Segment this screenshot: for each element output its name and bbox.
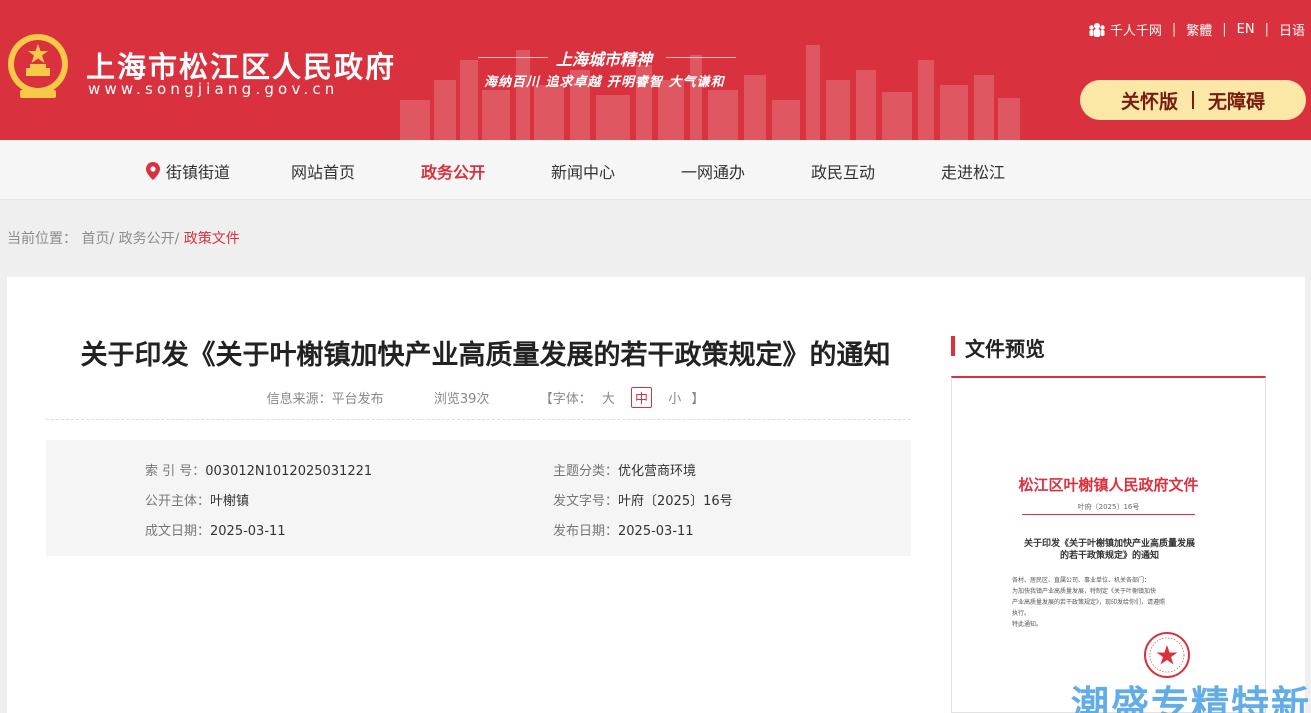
- nav-about-songjiang[interactable]: 走进松江: [941, 159, 1005, 183]
- thousand-sites-link[interactable]: 千人千网: [1088, 20, 1162, 39]
- breadcrumb-separator: /: [109, 231, 119, 247]
- index-number-value: 003012N1012025031221: [205, 464, 373, 479]
- location-pin-icon: [146, 162, 160, 180]
- index-number-label: 索 引 号：: [145, 464, 206, 479]
- file-preview-heading: 文件预览: [951, 333, 1045, 362]
- care-version-button[interactable]: 关怀版: [1121, 87, 1178, 114]
- font-size-large[interactable]: 大: [602, 392, 615, 407]
- doc-heading-line: 的若干政策规定》的通知: [1059, 551, 1159, 561]
- doc-body-line: 各村、居民区、直属公司、事业单位、机关各部门：: [1012, 577, 1151, 584]
- separator: |: [1264, 22, 1269, 37]
- thousand-sites-label: 千人千网: [1109, 24, 1162, 39]
- doc-body-line: 特此通知。: [1012, 621, 1043, 628]
- topic-category: 主题分类：优化营商环境: [553, 460, 696, 479]
- nav-home[interactable]: 网站首页: [291, 159, 355, 183]
- info-source: 信息来源：平台发布: [266, 392, 384, 407]
- publisher-value: 叶榭镇: [210, 494, 250, 509]
- separator: |: [1171, 22, 1177, 37]
- topic-category-label: 主题分类：: [553, 464, 619, 479]
- document-number-label: 发文字号：: [553, 494, 619, 509]
- main-nav: 街镇街道 网站首页 政务公开 新闻中心 一网通办 政民互动 走进松江: [0, 140, 1311, 200]
- font-size-medium[interactable]: 中: [631, 387, 653, 408]
- breadcrumb-prefix: 当前位置：: [7, 231, 77, 247]
- creation-date-value: 2025-03-11: [210, 524, 286, 539]
- creation-date-label: 成文日期：: [145, 524, 211, 539]
- doc-body-line: 为加快我镇产业高质量发展，特制定《关于叶榭镇加快: [1012, 588, 1157, 595]
- watermark-text: 潮盛专精特新: [1070, 683, 1311, 713]
- document-number: 发文字号：叶府〔2025〕16号: [553, 490, 733, 509]
- divider: [46, 419, 911, 420]
- doc-body-line: 产业高质量发展的若干政策规定》，现印发给你们，请遵照: [1012, 599, 1166, 606]
- city-spirit-text: 海纳百川 追求卓越 开明睿智 大气谦和: [484, 75, 725, 90]
- nav-citizen-interaction[interactable]: 政民互动: [811, 159, 875, 183]
- doc-body-line: 执行。: [1012, 610, 1031, 617]
- city-spirit-title: 上海城市精神: [556, 50, 653, 69]
- article-card: 关于印发《关于叶榭镇加快产业高质量发展的若干政策规定》的通知 信息来源：平台发布…: [7, 277, 1305, 713]
- doc-organization-title: 松江区叶榭镇人民政府文件: [1018, 476, 1199, 494]
- creation-date: 成文日期：2025-03-11: [145, 520, 286, 539]
- index-number: 索 引 号：003012N1012025031221: [145, 460, 372, 479]
- top-links: 千人千网 | 繁體 | EN | 日语: [1088, 20, 1305, 39]
- article-title: 关于印发《关于叶榭镇加快产业高质量发展的若干政策规定》的通知: [80, 340, 891, 371]
- site-header: 上海市松江区人民政府 www.songjiang.gov.cn 上海城市精神 海…: [0, 0, 1311, 140]
- breadcrumb-home[interactable]: 首页: [81, 231, 109, 247]
- nav-town-street[interactable]: 街镇街道: [146, 159, 230, 183]
- official-seal-icon: [1144, 632, 1190, 678]
- divider: [666, 57, 736, 58]
- publish-date: 发布日期：2025-03-11: [553, 520, 694, 539]
- doc-body: 各村、居民区、直属公司、事业单位、机关各部门： 为加快我镇产业高质量发展，特制定…: [1012, 575, 1212, 630]
- font-size-label: 【字体：: [539, 392, 592, 407]
- nav-news-center[interactable]: 新闻中心: [551, 159, 615, 183]
- doc-heading-line: 关于印发《关于叶榭镇加快产业高质量发展: [1023, 539, 1195, 549]
- nav-government-affairs[interactable]: 政务公开: [421, 159, 485, 183]
- national-emblem-icon: [8, 34, 68, 98]
- breadcrumb: 当前位置： 首页/ 政务公开/ 政策文件: [7, 228, 240, 248]
- breadcrumb-current[interactable]: 政策文件: [184, 231, 240, 247]
- view-count: 浏览39次: [433, 392, 490, 407]
- publish-date-label: 发布日期：: [553, 524, 619, 539]
- divider: [1192, 91, 1194, 109]
- document-number-value: 叶府〔2025〕16号: [618, 494, 733, 509]
- breadcrumb-section[interactable]: 政务公开: [119, 231, 175, 247]
- publish-date-value: 2025-03-11: [618, 524, 694, 539]
- font-size-close: 】: [691, 392, 705, 407]
- article-meta: 信息来源：平台发布 浏览39次 【字体： 大 中 小 】: [53, 387, 918, 408]
- doc-number: 叶府〔2025〕16号: [1077, 503, 1140, 511]
- accessibility-button[interactable]: 无障碍: [1208, 87, 1265, 114]
- breadcrumb-separator: /: [174, 231, 184, 247]
- font-size-switcher: 【字体： 大 中 小 】: [539, 387, 705, 408]
- traditional-chinese-link[interactable]: 繁體: [1186, 20, 1212, 39]
- people-icon: [1089, 22, 1105, 37]
- file-preview-panel[interactable]: 松江区叶榭镇人民政府文件 叶府〔2025〕16号 关于印发《关于叶榭镇加快产业高…: [951, 376, 1266, 713]
- publisher: 公开主体：叶榭镇: [145, 490, 249, 509]
- site-url[interactable]: www.songjiang.gov.cn: [88, 80, 338, 98]
- japanese-link[interactable]: 日语: [1279, 20, 1305, 39]
- document-info-box: 索 引 号：003012N1012025031221 主题分类：优化营商环境 公…: [46, 440, 911, 556]
- english-link[interactable]: EN: [1237, 22, 1255, 37]
- font-size-small[interactable]: 小: [668, 392, 681, 407]
- publisher-label: 公开主体：: [145, 494, 211, 509]
- nav-one-stop-service[interactable]: 一网通办: [681, 159, 745, 183]
- nav-town-street-label: 街镇街道: [166, 163, 231, 182]
- doc-red-line: [1022, 514, 1195, 515]
- separator: |: [1222, 22, 1227, 37]
- topic-category-value: 优化营商环境: [618, 464, 697, 479]
- divider: [478, 57, 548, 58]
- doc-heading: 关于印发《关于叶榭镇加快产业高质量发展 的若干政策规定》的通知: [1012, 538, 1207, 562]
- care-accessibility-pill: 关怀版 无障碍: [1080, 80, 1306, 120]
